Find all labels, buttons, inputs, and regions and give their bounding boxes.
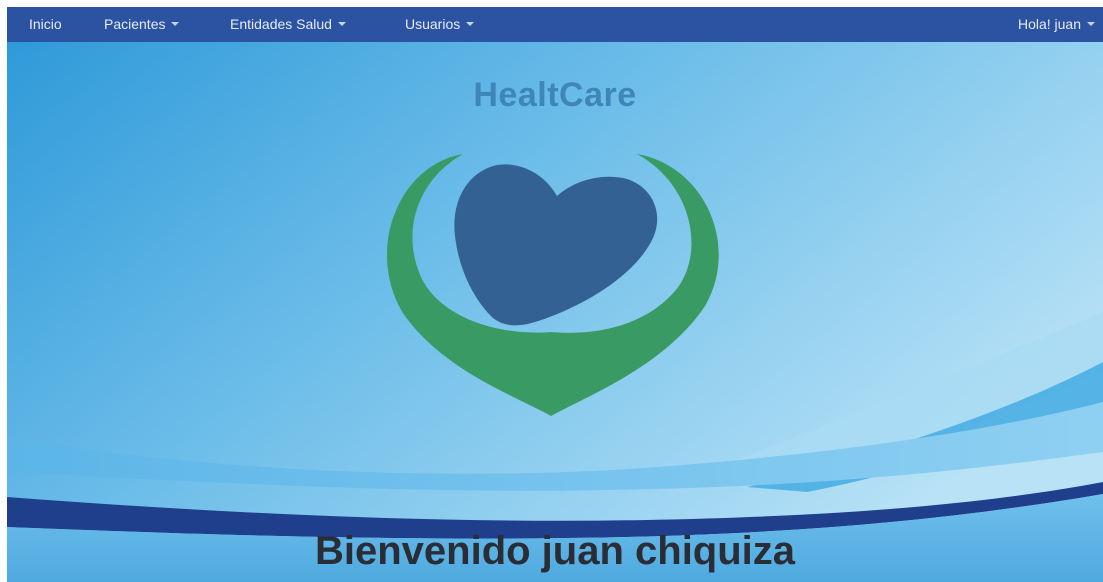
nav-pacientes-label: Pacientes bbox=[104, 16, 166, 32]
user-greeting-label: Hola! juan bbox=[1017, 16, 1081, 32]
nav-entidades-salud[interactable]: Entidades Salud bbox=[230, 7, 346, 42]
nav-user-menu[interactable]: Hola! juan bbox=[1018, 7, 1095, 42]
heart-hands-icon bbox=[387, 154, 719, 416]
chevron-down-icon bbox=[171, 22, 180, 27]
nav-usuarios-label: Usuarios bbox=[405, 16, 461, 32]
nav-inicio-label: Inicio bbox=[29, 16, 62, 32]
top-navbar: Inicio Pacientes Entidades Salud Usuario… bbox=[7, 7, 1103, 42]
nav-inicio[interactable]: Inicio bbox=[29, 7, 62, 42]
nav-usuarios[interactable]: Usuarios bbox=[405, 7, 475, 42]
chevron-down-icon bbox=[337, 22, 346, 27]
app-frame: Inicio Pacientes Entidades Salud Usuario… bbox=[7, 7, 1103, 582]
brand-title: HealtCare bbox=[473, 76, 637, 114]
chevron-down-icon bbox=[1087, 22, 1095, 27]
welcome-message: Bienvenido juan chiquiza bbox=[314, 529, 796, 573]
hero-banner bbox=[7, 42, 1103, 582]
nav-pacientes[interactable]: Pacientes bbox=[104, 7, 180, 42]
nav-entidades-label: Entidades Salud bbox=[230, 16, 332, 32]
chevron-down-icon bbox=[466, 22, 475, 27]
